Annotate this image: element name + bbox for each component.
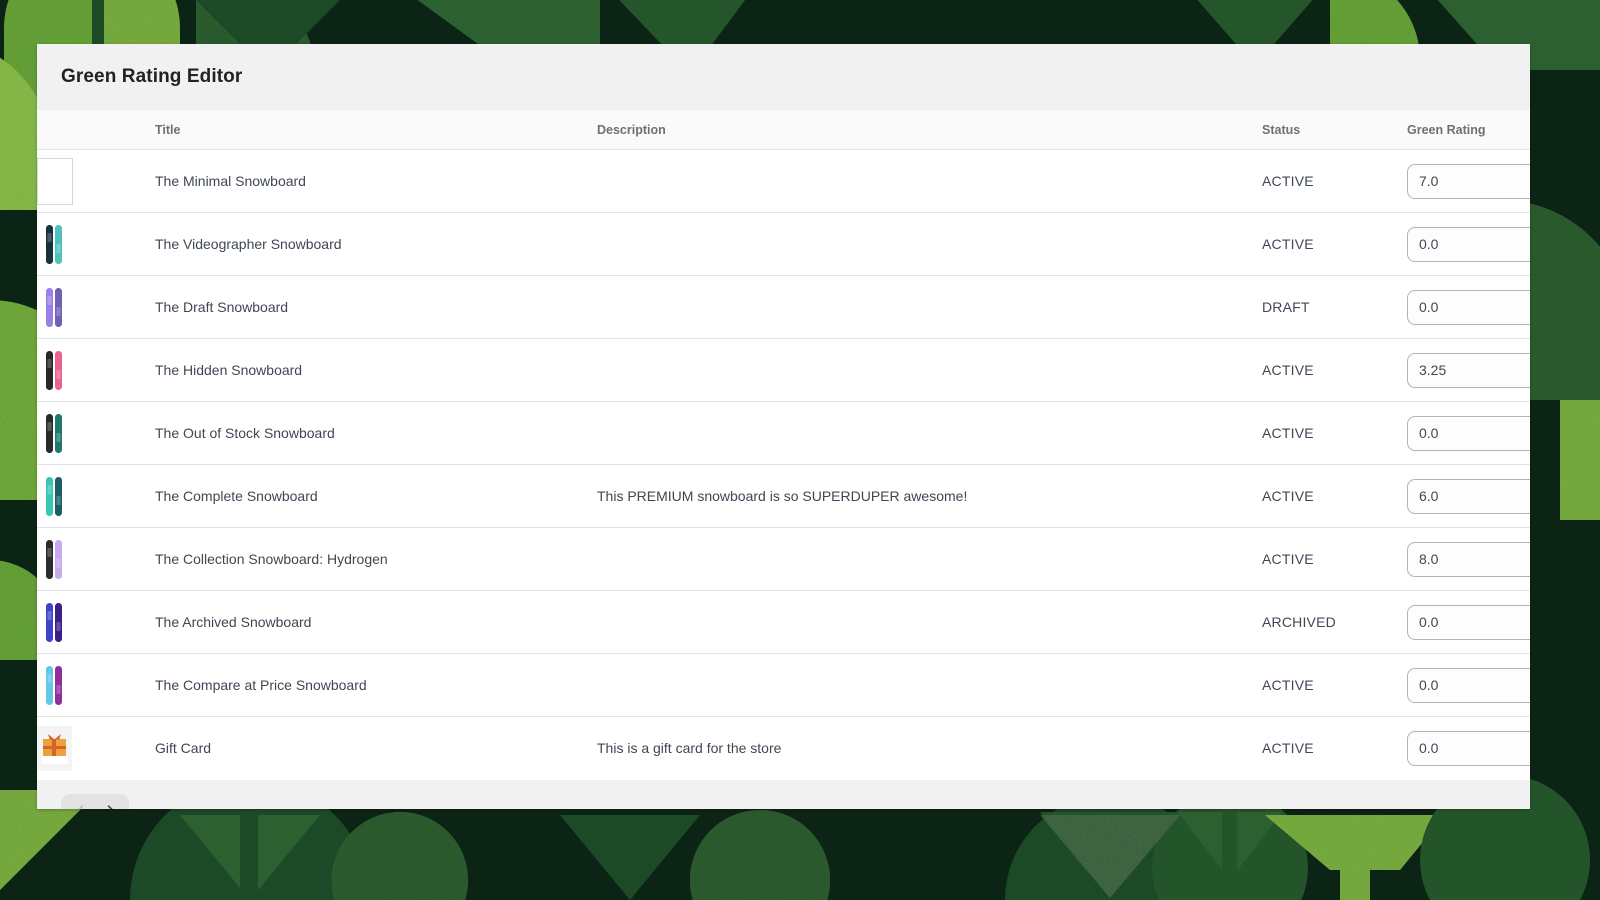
- app-card: Green Rating Editor Title Description St…: [37, 44, 1530, 809]
- green-rating-input[interactable]: [1407, 289, 1530, 325]
- table-row[interactable]: The Compare at Price Snowboard ACTIVE: [37, 653, 1530, 717]
- table-row[interactable]: The Out of Stock Snowboard ACTIVE: [37, 401, 1530, 465]
- table-header: Title Description Status Green Rating: [37, 110, 1530, 150]
- table-row[interactable]: The Draft Snowboard DRAFT: [37, 275, 1530, 339]
- table-row[interactable]: The Archived Snowboard ARCHIVED: [37, 590, 1530, 654]
- row-title: The Minimal Snowboard: [155, 173, 306, 189]
- table-row[interactable]: The Minimal Snowboard ACTIVE: [37, 150, 1530, 213]
- row-description: [597, 212, 1262, 276]
- row-status: DRAFT: [1262, 275, 1407, 339]
- row-thumbnail-cell: [37, 275, 155, 339]
- row-status: ARCHIVED: [1262, 590, 1407, 654]
- row-status: ACTIVE: [1262, 527, 1407, 591]
- table-row[interactable]: The Hidden Snowboard ACTIVE: [37, 338, 1530, 402]
- table-row[interactable]: The Complete Snowboard This PREMIUM snowb…: [37, 464, 1530, 528]
- row-green-rating-cell: [1407, 401, 1530, 465]
- row-status: ACTIVE: [1262, 653, 1407, 717]
- row-title: The Compare at Price Snowboard: [155, 653, 597, 717]
- green-rating-input[interactable]: [1407, 667, 1530, 703]
- pagination: [61, 793, 129, 809]
- row-description: [597, 527, 1262, 591]
- green-rating-input[interactable]: [1407, 541, 1530, 577]
- row-green-rating-cell: [1407, 275, 1530, 339]
- row-status: ACTIVE: [1262, 212, 1407, 276]
- table-row[interactable]: The Collection Snowboard: Hydrogen ACTIVE: [37, 527, 1530, 591]
- row-title: The Draft Snowboard: [155, 275, 597, 339]
- green-rating-input[interactable]: [1407, 163, 1530, 199]
- column-header-green-rating: Green Rating: [1407, 110, 1530, 150]
- green-rating-input[interactable]: [1407, 730, 1530, 766]
- row-thumbnail-cell: [37, 150, 155, 213]
- row-thumbnail-cell: [37, 527, 155, 591]
- snowboard-thumbnail: [37, 599, 72, 645]
- snowboard-thumbnail: [37, 410, 72, 456]
- row-description: [597, 275, 1262, 339]
- row-thumbnail-cell: [37, 590, 155, 654]
- row-thumbnail-cell: [37, 401, 155, 465]
- previous-page-button[interactable]: [65, 797, 95, 809]
- row-description: [597, 150, 1262, 213]
- snowboard-thumbnail: [37, 347, 72, 393]
- snowboard-thumbnail: [37, 473, 72, 519]
- table-body: The Minimal SnowboardACTIVEThe Videograp…: [37, 150, 1530, 780]
- table-row[interactable]: Gift Card This is a gift card for the sto…: [37, 716, 1530, 780]
- row-thumbnail-cell: [37, 464, 155, 528]
- row-description: This is a gift card for the store: [597, 716, 1262, 780]
- green-rating-input[interactable]: [1407, 604, 1530, 640]
- products-table: Title Description Status Green Rating Th…: [37, 110, 1530, 780]
- green-rating-input[interactable]: [1407, 415, 1530, 451]
- row-status: ACTIVE: [1262, 338, 1407, 402]
- row-green-rating-cell: [1407, 150, 1530, 213]
- column-header-status: Status: [1262, 110, 1407, 150]
- row-status: ACTIVE: [1262, 464, 1407, 528]
- row-title: The Collection Snowboard: Hydrogen: [155, 527, 597, 591]
- row-green-rating-cell: [1407, 590, 1530, 654]
- column-header-description: Description: [597, 110, 1262, 150]
- gift-card-thumbnail: [37, 725, 72, 771]
- chevron-left-icon: [77, 804, 83, 809]
- empty-thumbnail-placeholder: [37, 157, 73, 205]
- table-header-row: Title Description Status Green Rating: [37, 110, 1530, 150]
- page-title: Green Rating Editor: [61, 66, 243, 87]
- index-table-container: Title Description Status Green Rating Th…: [37, 110, 1530, 780]
- row-green-rating-cell: [1407, 338, 1530, 402]
- row-title: The Hidden Snowboard: [155, 338, 597, 402]
- chevron-right-icon: [107, 804, 113, 809]
- column-header-thumbnail: [37, 110, 155, 150]
- next-page-button[interactable]: [95, 797, 125, 809]
- row-title: Gift Card: [155, 716, 597, 780]
- row-green-rating-cell: [1407, 527, 1530, 591]
- row-description: [597, 653, 1262, 717]
- row-green-rating-cell: [1407, 653, 1530, 717]
- row-title: The Videographer Snowboard: [155, 212, 597, 276]
- row-thumbnail-cell: [37, 338, 155, 402]
- row-title: The Complete Snowboard: [155, 464, 597, 528]
- snowboard-thumbnail: [37, 536, 72, 582]
- row-thumbnail-cell: [37, 716, 155, 780]
- row-status: ACTIVE: [1262, 401, 1407, 465]
- table-row[interactable]: The Videographer Snowboard ACTIVE: [37, 212, 1530, 276]
- snowboard-thumbnail: [37, 284, 72, 330]
- row-title: The Out of Stock Snowboard: [155, 401, 597, 465]
- snowboard-thumbnail: [37, 662, 72, 708]
- row-status: ACTIVE: [1262, 173, 1314, 189]
- row-green-rating-cell: [1407, 464, 1530, 528]
- green-rating-input[interactable]: [1407, 478, 1530, 514]
- row-description: [597, 401, 1262, 465]
- row-description: [597, 338, 1262, 402]
- green-rating-input[interactable]: [1407, 352, 1530, 388]
- snowboard-thumbnail: [37, 221, 72, 267]
- column-header-title: Title: [155, 110, 597, 150]
- row-green-rating-cell: [1407, 716, 1530, 780]
- row-thumbnail-cell: [37, 653, 155, 717]
- row-status: ACTIVE: [1262, 716, 1407, 780]
- row-description: [597, 590, 1262, 654]
- row-green-rating-cell: [1407, 212, 1530, 276]
- row-title: The Archived Snowboard: [155, 590, 597, 654]
- row-thumbnail-cell: [37, 212, 155, 276]
- row-description: This PREMIUM snowboard is so SUPERDUPER …: [597, 464, 1262, 528]
- green-rating-input[interactable]: [1407, 226, 1530, 262]
